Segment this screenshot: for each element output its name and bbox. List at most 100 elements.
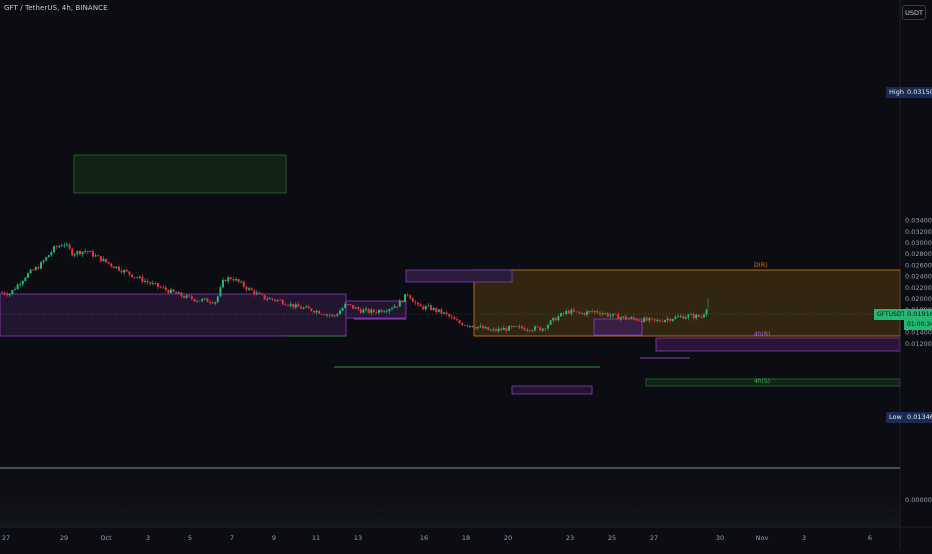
candle-body[interactable] [276, 299, 279, 301]
candle-body[interactable] [97, 255, 100, 257]
candle-body[interactable] [141, 276, 144, 282]
candle-body[interactable] [120, 270, 123, 273]
candle-body[interactable] [279, 299, 282, 301]
candle-body[interactable] [388, 309, 391, 312]
candle-body[interactable] [250, 288, 253, 291]
candle-body[interactable] [172, 289, 175, 292]
candle-body[interactable] [565, 311, 568, 314]
candle-body[interactable] [469, 325, 471, 327]
candle-body[interactable] [697, 314, 700, 317]
candle-body[interactable] [378, 310, 380, 313]
candle-body[interactable] [463, 325, 466, 326]
candle-body[interactable] [144, 281, 146, 282]
candle-body[interactable] [110, 263, 113, 267]
candle-body[interactable] [617, 313, 620, 320]
candle-body[interactable] [627, 318, 630, 320]
candle-body[interactable] [492, 329, 495, 331]
candle-body[interactable] [209, 302, 211, 303]
candle-body[interactable] [183, 296, 185, 298]
candle-body[interactable] [419, 304, 422, 307]
zone-purple-mid[interactable] [345, 300, 407, 319]
candle-body[interactable] [344, 303, 347, 308]
candle-body[interactable] [690, 313, 692, 315]
candle-body[interactable] [240, 281, 243, 283]
candle-body[interactable] [703, 314, 705, 318]
candle-body[interactable] [287, 305, 289, 307]
candle-body[interactable] [3, 292, 6, 295]
candle-body[interactable] [528, 330, 531, 331]
candle-body[interactable] [404, 294, 406, 303]
candle-body[interactable] [305, 306, 308, 308]
candle-body[interactable] [669, 318, 672, 321]
candle-body[interactable] [489, 329, 492, 331]
candle-body[interactable] [167, 290, 170, 294]
candle-body[interactable] [614, 313, 617, 315]
candle-body[interactable] [653, 318, 656, 321]
candle-body[interactable] [60, 245, 63, 247]
candle-body[interactable] [8, 293, 11, 296]
candle-body[interactable] [539, 327, 542, 331]
candle-body[interactable] [326, 314, 328, 316]
candle-body[interactable] [99, 256, 102, 262]
candle-body[interactable] [383, 311, 386, 313]
candle-body[interactable] [84, 251, 87, 252]
candle-body[interactable] [115, 266, 118, 268]
candle-body[interactable] [630, 317, 633, 319]
candle-body[interactable] [29, 269, 32, 274]
candle-body[interactable] [424, 306, 427, 310]
candle-body[interactable] [133, 277, 136, 278]
candle-body[interactable] [705, 309, 708, 315]
candle-body[interactable] [505, 327, 508, 331]
candle-body[interactable] [255, 292, 258, 295]
candle-body[interactable] [370, 309, 373, 313]
candle-body[interactable] [53, 246, 55, 253]
candle-body[interactable] [237, 279, 240, 282]
candle-body[interactable] [27, 273, 29, 278]
candle-body[interactable] [125, 270, 128, 272]
candle-body[interactable] [63, 244, 66, 246]
candle-body[interactable] [281, 299, 284, 305]
candle-body[interactable] [211, 302, 214, 304]
candle-body[interactable] [651, 318, 653, 319]
candle-body[interactable] [604, 313, 607, 315]
candle-body[interactable] [476, 326, 479, 329]
candle-body[interactable] [146, 281, 149, 283]
candle-body[interactable] [591, 311, 594, 313]
candle-body[interactable] [484, 327, 487, 329]
candle-body[interactable] [445, 312, 448, 315]
candle-body[interactable] [510, 326, 513, 328]
candle-body[interactable] [227, 277, 230, 282]
candle-body[interactable] [362, 309, 365, 313]
candle-body[interactable] [450, 316, 453, 318]
candle-body[interactable] [1, 292, 3, 294]
candle-body[interactable] [92, 251, 94, 257]
candle-body[interactable] [323, 314, 326, 316]
zone-purple-right-small[interactable] [593, 318, 643, 336]
candle-body[interactable] [554, 317, 557, 321]
candle-body[interactable] [149, 282, 152, 284]
candle-body[interactable] [151, 283, 154, 284]
candle-body[interactable] [89, 251, 92, 253]
candle-body[interactable] [575, 311, 578, 313]
candle-body[interactable] [50, 252, 53, 256]
candle-body[interactable] [136, 277, 139, 279]
candle-body[interactable] [401, 300, 404, 303]
candle-body[interactable] [219, 287, 222, 297]
candle-body[interactable] [588, 311, 591, 313]
candle-body[interactable] [573, 309, 575, 312]
candle-body[interactable] [409, 295, 412, 299]
candle-body[interactable] [367, 308, 370, 313]
candle-body[interactable] [14, 289, 16, 290]
candle-body[interactable] [645, 317, 648, 321]
candle-body[interactable] [37, 267, 40, 269]
candle-body[interactable] [479, 325, 482, 327]
candle-body[interactable] [622, 316, 625, 318]
candle-body[interactable] [606, 313, 609, 317]
candle-body[interactable] [466, 325, 469, 327]
candle-body[interactable] [372, 309, 375, 312]
candle-body[interactable] [55, 246, 58, 248]
candle-body[interactable] [318, 310, 321, 314]
candle-body[interactable] [11, 289, 14, 294]
candle-body[interactable] [513, 326, 516, 328]
candle-body[interactable] [526, 330, 529, 331]
